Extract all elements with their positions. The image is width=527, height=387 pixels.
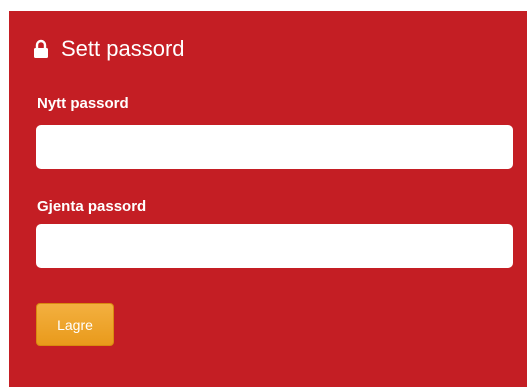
repeat-password-field[interactable]: [36, 224, 513, 268]
new-password-field[interactable]: [36, 125, 513, 169]
panel-header: Sett passord: [33, 36, 185, 62]
new-password-label: Nytt passord: [37, 95, 129, 112]
repeat-password-label: Gjenta passord: [37, 198, 147, 215]
save-button[interactable]: Lagre: [36, 303, 114, 346]
panel-title: Sett passord: [61, 36, 185, 61]
lock-icon: [33, 39, 49, 59]
